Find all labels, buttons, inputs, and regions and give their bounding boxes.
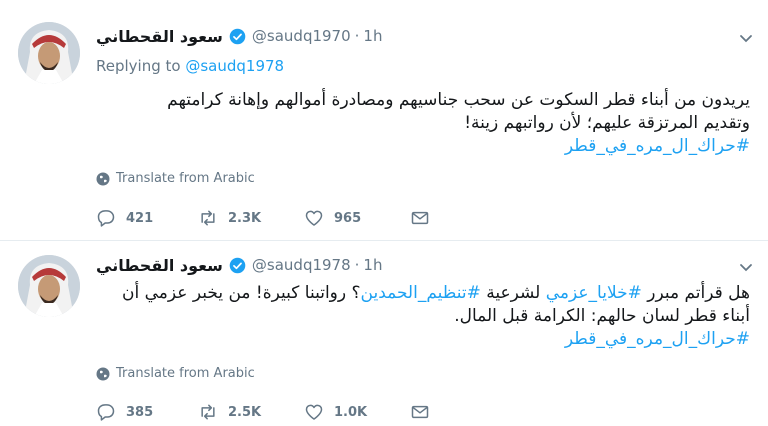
avatar-image bbox=[18, 255, 80, 317]
retweet-icon bbox=[201, 404, 215, 420]
translate-label: Translate from Arabic bbox=[116, 171, 255, 186]
text-segment: لشرعية bbox=[480, 283, 546, 303]
username[interactable]: @saudq1970 bbox=[252, 27, 351, 45]
tweet-text-line: أبناء قطر لسان حالهم: الكرامة قبل المال. bbox=[454, 306, 750, 326]
like-count: 1.0K bbox=[334, 404, 368, 420]
retweet-button[interactable]: 2.3K bbox=[198, 208, 304, 228]
reply-icon bbox=[97, 210, 115, 227]
retweet-icon bbox=[201, 210, 215, 226]
like-icon bbox=[305, 404, 323, 420]
reply-count: 421 bbox=[126, 210, 154, 226]
translate-link[interactable]: Translate from Arabic bbox=[96, 366, 255, 381]
retweet-button[interactable]: 2.5K bbox=[198, 402, 304, 422]
reply-button[interactable]: 385 bbox=[96, 402, 198, 422]
separator: · bbox=[354, 256, 360, 274]
tweet-header: سعود القحطاني @saudq1970 · 1h bbox=[96, 24, 382, 48]
hashtag-link[interactable]: #حراك_ال_مره_في_قطر bbox=[96, 135, 750, 158]
display-name[interactable]: سعود القحطاني bbox=[96, 27, 223, 46]
tweet-2[interactable]: سعود القحطاني @saudq1978 · 1h هل قرأتم م… bbox=[0, 241, 768, 426]
reply-icon bbox=[97, 404, 115, 421]
tweet-actions: 385 2.5K 1.0K bbox=[96, 400, 430, 424]
replying-to-link[interactable]: @saudq1978 bbox=[185, 57, 284, 75]
text-segment: هل قرأتم مبرر bbox=[641, 283, 750, 303]
translate-link[interactable]: Translate from Arabic bbox=[96, 171, 255, 186]
timestamp[interactable]: 1h bbox=[363, 256, 382, 274]
tweet-1[interactable]: سعود القحطاني @saudq1970 · 1h Replying t… bbox=[0, 0, 768, 241]
username[interactable]: @saudq1978 bbox=[252, 256, 351, 274]
timestamp[interactable]: 1h bbox=[363, 27, 382, 45]
message-icon bbox=[411, 405, 429, 419]
tweet-text-line: هل قرأتم مبرر #خلايا_عزمي لشرعية #تنظيم_… bbox=[96, 282, 750, 305]
tweet-actions: 421 2.3K 965 bbox=[96, 206, 430, 230]
reply-count: 385 bbox=[126, 404, 154, 420]
text-segment: ؟ رواتبنا كبيرة! من يخبر عزمي أن bbox=[122, 283, 361, 303]
globe-icon bbox=[96, 367, 110, 380]
verified-badge-icon bbox=[229, 257, 246, 273]
like-icon bbox=[305, 210, 323, 226]
tweet-text: هل قرأتم مبرر #خلايا_عزمي لشرعية #تنظيم_… bbox=[96, 282, 750, 351]
avatar-image bbox=[18, 22, 80, 84]
tweet-text: يريدون من أبناء قطر السكوت عن سحب جناسيه… bbox=[96, 89, 750, 158]
like-count: 965 bbox=[334, 210, 362, 226]
display-name[interactable]: سعود القحطاني bbox=[96, 256, 223, 275]
retweet-count: 2.3K bbox=[228, 210, 262, 226]
avatar[interactable] bbox=[18, 22, 80, 84]
globe-icon bbox=[96, 172, 110, 185]
retweet-count: 2.5K bbox=[228, 404, 262, 420]
chevron-down-icon[interactable] bbox=[738, 259, 754, 275]
tweet-text-line: يريدون من أبناء قطر السكوت عن سحب جناسيه… bbox=[167, 90, 750, 110]
direct-message-button[interactable] bbox=[410, 208, 430, 228]
hashtag-link[interactable]: #حراك_ال_مره_في_قطر bbox=[96, 328, 750, 351]
message-icon bbox=[411, 211, 429, 225]
direct-message-button[interactable] bbox=[410, 402, 430, 422]
like-button[interactable]: 1.0K bbox=[304, 402, 410, 422]
separator: · bbox=[354, 27, 360, 45]
reply-button[interactable]: 421 bbox=[96, 208, 198, 228]
tweet-header: سعود القحطاني @saudq1978 · 1h bbox=[96, 253, 382, 277]
replying-prefix: Replying to bbox=[96, 57, 181, 75]
hashtag-link[interactable]: #تنظيم_الحمدين bbox=[361, 283, 481, 303]
avatar[interactable] bbox=[18, 255, 80, 317]
tweet-text-line: وتقديم المرتزقة عليهم؛ لأن رواتبهم زينة! bbox=[464, 113, 750, 133]
chevron-down-icon[interactable] bbox=[738, 30, 754, 46]
verified-badge-icon bbox=[229, 28, 246, 44]
hashtag-link[interactable]: #خلايا_عزمي bbox=[546, 283, 642, 303]
replying-to: Replying to @saudq1978 bbox=[96, 57, 284, 75]
translate-label: Translate from Arabic bbox=[116, 366, 255, 381]
like-button[interactable]: 965 bbox=[304, 208, 410, 228]
